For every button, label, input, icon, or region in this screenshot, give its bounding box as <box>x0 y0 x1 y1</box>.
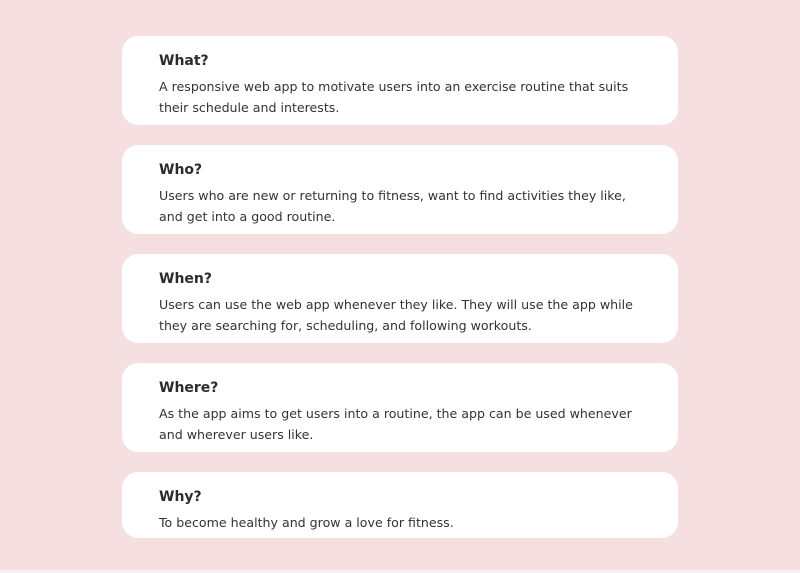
card-heading: What? <box>159 53 209 69</box>
info-card-where: Where? As the app aims to get users into… <box>122 363 678 452</box>
card-heading: Where? <box>159 380 219 396</box>
info-card-who: Who? Users who are new or returning to f… <box>122 145 678 234</box>
card-heading: When? <box>159 271 212 287</box>
card-text: As the app aims to get users into a rout… <box>159 406 632 442</box>
info-card-why: Why? To become healthy and grow a love f… <box>122 472 678 538</box>
info-card-what: What? A responsive web app to motivate u… <box>122 36 678 125</box>
card-text: Users can use the web app whenever they … <box>159 297 633 333</box>
card-text: Users who are new or returning to fitnes… <box>159 188 626 224</box>
card-text: To become healthy and grow a love for fi… <box>159 515 454 530</box>
card-heading: Why? <box>159 489 202 505</box>
card-heading: Who? <box>159 162 203 178</box>
card-text: A responsive web app to motivate users i… <box>159 79 629 115</box>
info-card-when: When? Users can use the web app whenever… <box>122 254 678 343</box>
